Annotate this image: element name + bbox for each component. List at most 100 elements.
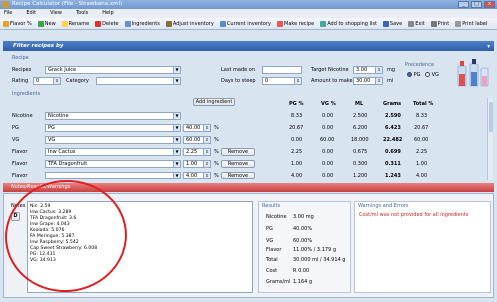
- chevron-down-icon: ▼: [173, 173, 180, 178]
- spinner-icon: ⇕: [53, 78, 60, 84]
- menu-file[interactable]: File: [4, 9, 12, 18]
- col-header-pg: PG %: [289, 101, 304, 107]
- recipes-select[interactable]: Grack Juice ▼: [45, 66, 181, 74]
- pg-option-label: PG: [413, 72, 421, 78]
- result-value: 11.00% / 3.179 g: [293, 247, 337, 253]
- menu-edit[interactable]: Edit: [26, 9, 36, 18]
- menu-view[interactable]: View: [50, 9, 62, 18]
- ingredient-select[interactable]: Nicotine ▼: [45, 112, 181, 120]
- total-value: 4.00: [416, 173, 428, 179]
- percent-stepper[interactable]: 4.00 ⇕: [183, 172, 211, 179]
- ingredient-select[interactable]: TFA Dragonfruit ▼: [45, 160, 181, 168]
- percent-sign: %: [214, 149, 219, 155]
- rating-value: 0: [36, 78, 40, 84]
- filter-recipes-bar[interactable]: Filter recipes by ▾: [3, 41, 494, 51]
- bottles-logo: [452, 56, 492, 90]
- new-button[interactable]: New: [37, 20, 56, 27]
- chevron-down-icon: ▼: [173, 149, 180, 155]
- make-icon: [277, 20, 284, 27]
- percent-stepper[interactable]: 40.00 ⇕: [183, 124, 211, 132]
- ingredients-button[interactable]: Ingredients: [124, 20, 160, 27]
- toolbar: Flavor % New Rename Delete Ingredients A…: [0, 18, 497, 30]
- chevron-down-icon: ▼: [173, 113, 180, 119]
- grams-value: 22.482: [383, 137, 403, 143]
- ingredient-select[interactable]: Inw Cactus ▼: [45, 148, 181, 156]
- print-button[interactable]: Print: [430, 20, 449, 27]
- add-ingredient-button[interactable]: Add ingredient: [193, 98, 235, 106]
- flavor-icon: [3, 20, 9, 27]
- remove-ingredient-button[interactable]: Remove: [221, 160, 255, 168]
- col-header-grams: Grams: [383, 101, 402, 107]
- result-key: Grams/ml: [266, 279, 291, 285]
- current-inventory-button[interactable]: Current inventory: [219, 20, 271, 27]
- result-value: 1.164 g: [293, 279, 313, 285]
- percent-stepper[interactable]: 2.25 ⇕: [183, 148, 211, 156]
- col-header-ml: ML: [355, 101, 364, 107]
- percent-sign: %: [214, 125, 219, 131]
- warning-text: Cost/ml was not provided for all ingredi…: [359, 212, 469, 218]
- warnings-label: Warnings and Errors: [358, 203, 409, 209]
- ingredients-icon: [124, 20, 131, 27]
- ingredient-name: PG: [48, 125, 55, 131]
- delete-button[interactable]: Delete: [95, 20, 119, 27]
- flavor-button[interactable]: Flavor %: [3, 20, 32, 27]
- target-nicotine-label: Target Nicotine: [311, 67, 349, 73]
- grams-value: 1.243: [385, 173, 401, 179]
- pg-value: 0.00: [291, 137, 303, 143]
- maximize-button[interactable]: □: [471, 1, 482, 8]
- category-select[interactable]: ▼: [96, 77, 181, 85]
- menu-tools[interactable]: Tools: [76, 9, 88, 18]
- last-made-label: Last made on: [221, 67, 256, 73]
- remove-ingredient-button[interactable]: Remove: [221, 148, 255, 156]
- percent-stepper[interactable]: 1.00 ⇕: [183, 160, 211, 168]
- make-recipe-button[interactable]: Make recipe: [277, 20, 314, 27]
- title-bar: Recipe Calculator (File - Strawbana.xml)…: [0, 0, 497, 9]
- grams-value: 0.699: [385, 149, 401, 155]
- ingredient-select[interactable]: VG ▼: [45, 136, 181, 144]
- rating-stepper[interactable]: 0 ⇕: [33, 77, 61, 85]
- delete-icon: [95, 20, 102, 27]
- percent-value: 4.00: [186, 173, 198, 179]
- spinner-icon: ⇕: [375, 67, 382, 73]
- amount-to-make-stepper[interactable]: 30.00 ⇕: [353, 77, 383, 85]
- percent-stepper[interactable]: 60.00 ⇕: [183, 136, 211, 144]
- ingredient-select[interactable]: PG ▼: [45, 124, 181, 132]
- precedence-pg-radio[interactable]: PG: [407, 72, 420, 78]
- chevron-down-icon: ▼: [173, 125, 180, 131]
- save-button[interactable]: Save: [382, 20, 402, 27]
- menu-bar: File Edit View Tools Help: [0, 9, 497, 18]
- precedence-vg-radio[interactable]: VG: [425, 72, 439, 78]
- days-to-steep-label: Days to steep: [221, 78, 256, 84]
- recipes-select-value: Grack Juice: [48, 67, 77, 73]
- cart-icon: [320, 20, 327, 27]
- print-label-button[interactable]: Print label: [455, 20, 487, 27]
- exit-icon: [408, 20, 415, 27]
- scrollbar-thumb[interactable]: [489, 102, 493, 132]
- row-type-label: VG: [12, 137, 20, 143]
- adjust-icon: [165, 20, 172, 27]
- print-icon: [430, 20, 437, 27]
- ingredient-name: VG: [48, 137, 56, 143]
- close-button[interactable]: x: [484, 1, 495, 8]
- shopping-list-button[interactable]: Add to shopping list: [320, 20, 377, 27]
- rename-button[interactable]: Rename: [61, 20, 89, 27]
- row-type-label: Flavor: [12, 161, 28, 167]
- ingredient-select[interactable]: ▼: [45, 172, 181, 179]
- exit-button[interactable]: Exit: [408, 20, 425, 27]
- ingredients-scrollbar[interactable]: [487, 98, 493, 180]
- days-to-steep-stepper[interactable]: 0 ⇕: [262, 77, 302, 85]
- col-header-total: Total %: [413, 101, 434, 107]
- pg-value: 4.00: [291, 173, 303, 179]
- radio-selected-icon: [407, 72, 412, 77]
- minimize-button[interactable]: _: [458, 1, 469, 8]
- recipes-label: Recipes: [12, 67, 32, 73]
- pg-value: 1.00: [291, 161, 303, 167]
- row-type-label: Flavor: [12, 173, 28, 179]
- adjust-inventory-button[interactable]: Adjust inventory: [165, 20, 214, 27]
- remove-ingredient-button[interactable]: Remove: [221, 172, 255, 179]
- last-made-field[interactable]: [262, 66, 302, 74]
- menu-help[interactable]: Help: [102, 9, 113, 18]
- radio-unselected-icon: [425, 72, 430, 77]
- target-nicotine-stepper[interactable]: 3.00 ⇕: [353, 66, 383, 74]
- chevron-down-icon: ▼: [173, 67, 180, 73]
